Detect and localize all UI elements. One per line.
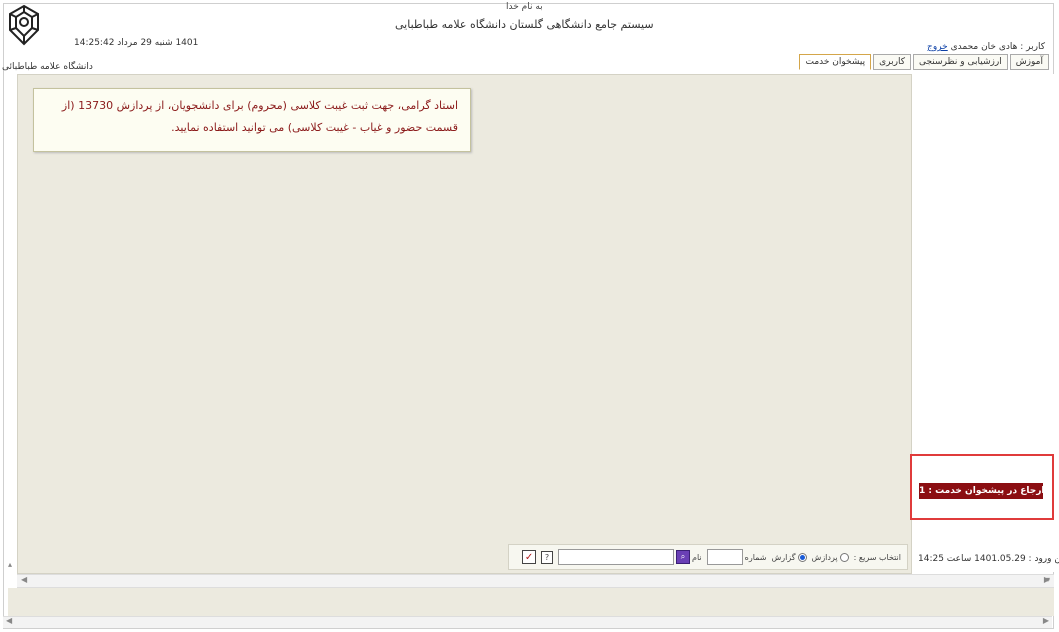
- quick-select-bar: انتخاب سریع : پردازش گزارش شماره نام ⌕ ?…: [508, 544, 908, 570]
- horizontal-scrollbar[interactable]: ◀ ▶: [17, 574, 1054, 588]
- number-field-group: شماره: [706, 549, 767, 565]
- university-logo-icon: [9, 4, 39, 46]
- process-radio[interactable]: [839, 552, 849, 562]
- option-process[interactable]: پردازش: [811, 552, 849, 562]
- name-input[interactable]: [558, 549, 675, 565]
- bename-text: به نام خدا: [506, 2, 543, 12]
- option-report[interactable]: گزارش: [771, 552, 807, 562]
- main-content-area: استاد گرامی، جهت ثبت غیبت کلاسی (محروم) …: [17, 74, 912, 574]
- exit-link[interactable]: خروج: [927, 42, 948, 52]
- tab-evaluation[interactable]: ارزشیابی و نظرسنجی: [913, 54, 1008, 70]
- report-label: گزارش: [771, 552, 796, 562]
- scroll-down-icon[interactable]: ▾: [1046, 575, 1050, 584]
- search-icon[interactable]: ⌕: [676, 550, 691, 564]
- scroll-left-icon[interactable]: ◀: [6, 616, 12, 625]
- tab-education[interactable]: آموزش: [1009, 54, 1049, 70]
- system-title: سيستم جامع دانشگاهی گلستان دانشگاه علامه…: [395, 18, 654, 31]
- report-radio[interactable]: [797, 552, 807, 562]
- number-label: شماره: [744, 552, 767, 562]
- scroll-right-icon[interactable]: ▶: [1043, 616, 1049, 625]
- lower-panel: [8, 588, 1054, 616]
- current-datetime: 1401 شنبه 29 مرداد 14:25:42: [74, 38, 199, 48]
- logo-caption: دانشگاه علامه طباطبائی: [2, 62, 93, 72]
- name-field-group: نام ⌕: [558, 549, 702, 565]
- tab-user[interactable]: کاربری: [873, 54, 911, 70]
- scroll-up-icon[interactable]: ▴: [8, 560, 12, 569]
- top-tabs: آموزش ارزشیابی و نظرسنجی کاربری پیشخوان …: [797, 54, 1049, 70]
- checkmark-icon[interactable]: ✓: [522, 550, 537, 564]
- number-input[interactable]: [706, 549, 743, 565]
- user-label: کاربر : هادی خان محمدی: [950, 42, 1045, 52]
- last-login-info: آخرین ورود : 1401.05.29 ساعت 14:25: [918, 554, 1059, 564]
- user-info: کاربر : هادی خان محمدی خروج: [927, 42, 1045, 52]
- help-icon[interactable]: ?: [541, 550, 554, 564]
- name-label: نام: [692, 552, 702, 562]
- notice-message: استاد گرامی، جهت ثبت غیبت کلاسی (محروم) …: [33, 88, 471, 152]
- scroll-left-icon[interactable]: ◀: [21, 575, 27, 584]
- service-desk-referral-button[interactable]: ارجاع در پیشخوان خدمت : 1: [919, 483, 1043, 499]
- quick-select-label: انتخاب سریع :: [853, 552, 901, 562]
- process-label: پردازش: [811, 552, 838, 562]
- bottom-scrollbar[interactable]: ◀ ▶: [3, 616, 1052, 628]
- tab-service-desk[interactable]: پیشخوان خدمت: [799, 54, 872, 70]
